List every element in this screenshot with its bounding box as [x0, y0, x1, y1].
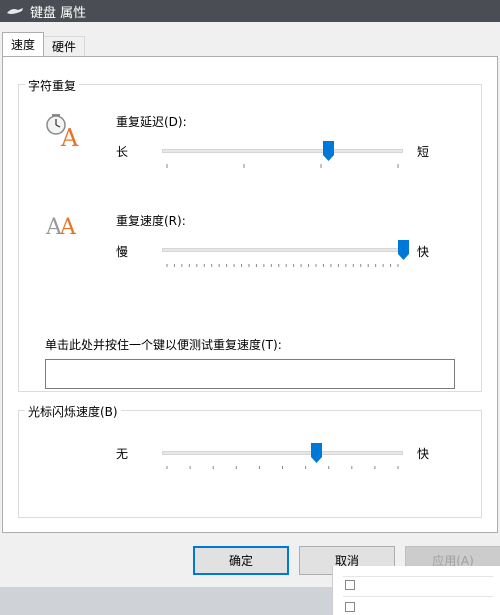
background-window: [332, 566, 500, 615]
cursor-blink-slider-thumb[interactable]: [310, 443, 322, 463]
keyboard-icon: [7, 8, 23, 14]
title-bar[interactable]: 键盘 属性: [0, 0, 500, 22]
svg-text:A: A: [60, 124, 79, 149]
window-title: 键盘 属性: [30, 5, 87, 21]
repeat-delay-max-label: 短: [417, 145, 430, 159]
tab-speed[interactable]: 速度: [2, 32, 45, 56]
repeat-delay-track[interactable]: [162, 149, 403, 153]
repeat-rate-max-label: 快: [417, 245, 430, 259]
clock-letter-icon: A: [46, 114, 79, 149]
cursor-blink-title: 光标闪烁速度(B): [25, 403, 121, 420]
cursor-blink-group: 光标闪烁速度(B) 无 快: [18, 403, 482, 518]
ok-button[interactable]: 确定: [193, 546, 289, 575]
character-repeat-title: 字符重复: [25, 77, 80, 94]
repeat-test-label: 单击此处并按住一个键以便测试重复速度(T):: [45, 338, 282, 352]
repeat-rate-label: 重复速度(R):: [116, 214, 186, 228]
svg-text:A: A: [59, 215, 77, 240]
cursor-blink-track[interactable]: [162, 451, 403, 455]
repeat-delay-label: 重复延迟(D):: [116, 115, 187, 129]
cursor-blink-ticks: [166, 466, 399, 469]
tab-hardware[interactable]: 硬件: [43, 36, 86, 56]
background-checkbox: [345, 602, 355, 612]
background-checkbox: [345, 580, 355, 590]
repeat-delay-slider-thumb[interactable]: [322, 141, 334, 161]
background-row: [343, 576, 493, 577]
repeat-rate-ticks: [166, 264, 399, 267]
cursor-blink-min-label: 无: [116, 447, 129, 461]
keyboard-properties-dialog: 速度 硬件 字符重复 A 重复延迟(D): 长 短 A A 重复速度(R): 慢…: [0, 22, 500, 587]
double-letter-icon: A A: [45, 215, 77, 240]
repeat-delay-ticks: [166, 164, 399, 168]
repeat-rate-min-label: 慢: [116, 245, 129, 259]
cursor-blink-max-label: 快: [417, 447, 430, 461]
repeat-delay-min-label: 长: [116, 145, 129, 159]
character-repeat-group: 字符重复 A 重复延迟(D): 长 短 A A 重复速度(R): 慢 快 单击此…: [18, 77, 482, 392]
repeat-test-input[interactable]: [45, 359, 455, 389]
repeat-rate-slider-thumb[interactable]: [397, 240, 409, 260]
repeat-rate-track[interactable]: [162, 248, 403, 252]
tab-panel-speed: 字符重复 A 重复延迟(D): 长 短 A A 重复速度(R): 慢 快 单击此…: [2, 56, 498, 533]
tab-strip: 速度 硬件: [2, 32, 86, 56]
background-row: [343, 596, 493, 597]
